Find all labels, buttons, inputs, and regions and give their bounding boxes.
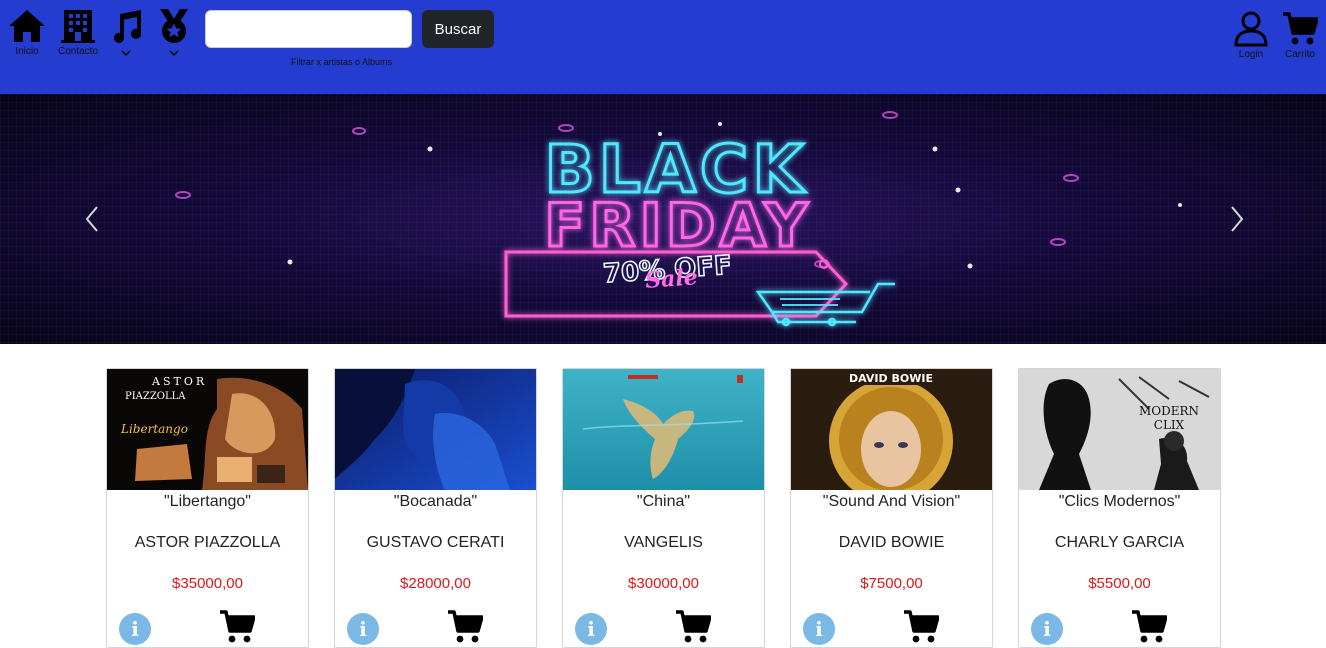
nav-login-label: Login (1238, 49, 1264, 60)
nav-awards-dropdown[interactable] (156, 8, 192, 57)
product-card: DAVID BOWIE "Sound And Vision" DAVID BOW… (790, 368, 993, 648)
svg-text:CLIX: CLIX (1154, 418, 1185, 432)
svg-text:DAVID BOWIE: DAVID BOWIE (849, 372, 933, 385)
chevron-down-icon (121, 50, 131, 57)
search-input[interactable] (205, 10, 412, 48)
add-to-cart-icon[interactable] (675, 609, 711, 645)
info-button[interactable]: i (1031, 613, 1063, 645)
nav-cart-label: Carrito (1284, 49, 1315, 60)
product-card: ASTOR PIAZZOLLA Libertango "Libertango" … (106, 368, 309, 648)
nav-login[interactable]: Login (1234, 11, 1268, 60)
album-cover-image: MODERN CLIX (1019, 369, 1220, 490)
album-artist: CHARLY GARCIA (1054, 534, 1185, 551)
add-to-cart-icon[interactable] (219, 609, 255, 645)
album-artist: DAVID BOWIE (838, 534, 945, 551)
album-price: $35000,00 (172, 575, 243, 592)
album-cover-image: DAVID BOWIE (791, 369, 992, 490)
info-icon: i (359, 617, 367, 641)
user-icon (1234, 11, 1268, 47)
album-title: "China" (636, 493, 691, 510)
svg-text:MODERN: MODERN (1139, 404, 1199, 418)
album-title: "Bocanada" (393, 493, 478, 510)
nav-home[interactable]: Inicio (8, 8, 46, 57)
medal-icon (160, 9, 188, 43)
album-price: $7500,00 (860, 575, 923, 592)
product-card: MODERN CLIX "Clics Modernos" CHARLY GARC… (1018, 368, 1221, 648)
music-note-icon (114, 10, 141, 43)
add-to-cart-icon[interactable] (903, 609, 939, 645)
product-card: "Bocanada" GUSTAVO CERATI $28000,00 i (334, 368, 537, 648)
album-title: "Libertango" (164, 493, 251, 510)
svg-text:PIAZZOLLA: PIAZZOLLA (125, 391, 186, 402)
nav-cart[interactable]: Carrito (1282, 11, 1318, 60)
album-cover-image (563, 369, 764, 490)
svg-text:ASTOR: ASTOR (151, 375, 207, 388)
shopping-cart-icon (1283, 12, 1318, 45)
info-button[interactable]: i (119, 613, 151, 645)
album-price: $28000,00 (400, 575, 471, 592)
info-icon: i (1043, 617, 1051, 641)
album-title: "Sound And Vision" (822, 493, 961, 510)
chevron-down-icon (169, 50, 179, 57)
building-icon (61, 10, 96, 43)
svg-text:Libertango: Libertango (120, 422, 188, 436)
nav-contact[interactable]: Contacto (58, 8, 98, 57)
top-navbar: Inicio Contacto Buscar Filtrar x artista… (0, 0, 1326, 94)
nav-contact-label: Contacto (58, 46, 99, 57)
info-button[interactable]: i (575, 613, 607, 645)
album-cover-image: ASTOR PIAZZOLLA Libertango (107, 369, 308, 490)
nav-music-dropdown[interactable] (108, 8, 144, 57)
search-button[interactable]: Buscar (422, 10, 494, 48)
banner-text-sale: Sale (644, 264, 698, 294)
promo-carousel: BLACK FRIDAY 70% OFF Sale (0, 94, 1326, 344)
info-icon: i (131, 617, 139, 641)
album-cover-image (335, 369, 536, 490)
album-price: $5500,00 (1088, 575, 1151, 592)
add-to-cart-icon[interactable] (447, 609, 483, 645)
carousel-next-icon[interactable] (1227, 204, 1247, 234)
carousel-prev-icon[interactable] (82, 204, 102, 234)
album-price: $30000,00 (628, 575, 699, 592)
nav-home-label: Inicio (15, 46, 39, 57)
info-icon: i (587, 617, 595, 641)
info-button[interactable]: i (347, 613, 379, 645)
search-hint: Filtrar x artistas o Albums (291, 57, 393, 67)
album-artist: ASTOR PIAZZOLLA (134, 534, 281, 551)
album-artist: VANGELIS (624, 534, 703, 551)
product-card: "China" VANGELIS $30000,00 i (562, 368, 765, 648)
home-icon (9, 10, 45, 42)
album-artist: GUSTAVO CERATI (366, 534, 505, 551)
info-button[interactable]: i (803, 613, 835, 645)
album-title: "Clics Modernos" (1058, 493, 1181, 510)
black-friday-banner-art: BLACK FRIDAY 70% OFF Sale (175, 111, 1182, 327)
add-to-cart-icon[interactable] (1131, 609, 1167, 645)
info-icon: i (815, 617, 823, 641)
